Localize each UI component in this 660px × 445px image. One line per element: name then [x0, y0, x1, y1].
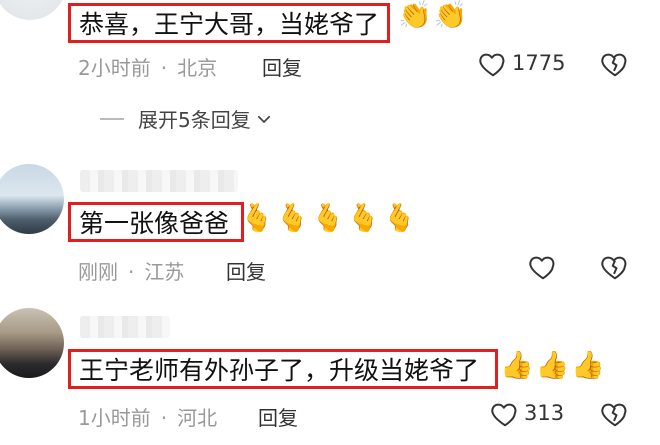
username-blurred — [80, 170, 238, 192]
comment-text: 第一张像爸爸 — [79, 209, 230, 238]
comment-time: 2小时前 — [78, 56, 151, 80]
heart-outline-icon[interactable] — [478, 49, 508, 79]
comment-text-box: 恭喜，王宁大哥，当姥爷了 — [68, 3, 390, 43]
username-blurred — [80, 316, 170, 338]
broken-heart-icon[interactable] — [600, 252, 630, 282]
avatar[interactable] — [0, 308, 64, 378]
expand-replies-label: 展开5条回复 — [138, 108, 251, 132]
comment-meta: 2小时前 · 北京 — [78, 56, 218, 80]
reply-button[interactable]: 回复 — [262, 52, 302, 81]
broken-heart-icon[interactable] — [600, 49, 630, 79]
heart-outline-icon[interactable] — [528, 252, 558, 282]
comment-meta: 刚刚 · 江苏 — [78, 260, 185, 284]
comment-location: 江苏 — [144, 260, 185, 284]
comment-time: 1小时前 — [78, 406, 151, 430]
reply-button[interactable]: 回复 — [226, 256, 266, 285]
like-count: 1775 — [512, 51, 566, 75]
comment-text-box: 第一张像爸爸 — [68, 202, 244, 242]
thumbs-up-emoji: 👍👍👍 — [500, 350, 607, 381]
comment-text: 恭喜，王宁大哥，当姥爷了 — [79, 10, 380, 39]
chevron-down-icon — [257, 115, 270, 123]
like-count: 313 — [524, 401, 565, 425]
comment-meta: 1小时前 · 河北 — [78, 406, 218, 430]
comment-text: 王宁老师有外孙子了，升级当姥爷了 — [79, 356, 480, 385]
avatar[interactable] — [0, 0, 66, 20]
divider-line — [100, 117, 124, 120]
broken-heart-icon[interactable] — [600, 399, 630, 429]
comment-location: 河北 — [177, 406, 218, 430]
heart-outline-icon[interactable] — [490, 399, 520, 429]
finger-heart-emoji: 🫰🫰🫰🫰🫰 — [240, 203, 419, 234]
reply-button[interactable]: 回复 — [258, 402, 298, 431]
clapping-hands-emoji: 👏👏 — [398, 0, 470, 31]
avatar[interactable] — [0, 164, 64, 234]
comment-text-box: 王宁老师有外孙子了，升级当姥爷了 — [68, 349, 498, 389]
comment-location: 北京 — [177, 56, 218, 80]
comment-time: 刚刚 — [78, 260, 118, 284]
expand-replies-button[interactable]: 展开5条回复 — [100, 104, 273, 133]
